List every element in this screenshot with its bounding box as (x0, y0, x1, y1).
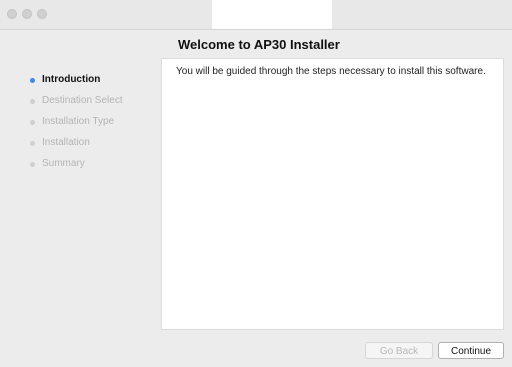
sidebar-item-label: Summary (42, 158, 85, 169)
sidebar-item-installation-type: Installation Type (0, 114, 160, 132)
sidebar-item-summary: Summary (0, 156, 160, 174)
sidebar-item-label: Installation Type (42, 116, 115, 127)
current-step-dot-icon (30, 78, 35, 83)
introduction-text: You will be guided through the steps nec… (176, 66, 486, 77)
step-dot-icon (30, 141, 35, 146)
minimize-window-icon[interactable] (22, 9, 32, 19)
page-title: Welcome to AP30 Installer (178, 37, 340, 52)
main-content-panel: You will be guided through the steps nec… (161, 58, 504, 330)
go-back-button[interactable]: Go Back (365, 342, 433, 359)
step-dot-icon (30, 162, 35, 167)
zoom-window-icon[interactable] (37, 9, 47, 19)
installer-header: Welcome to AP30 Installer (0, 30, 512, 58)
close-window-icon[interactable] (7, 9, 17, 19)
title-bar (0, 0, 512, 30)
title-bar-blank-area (212, 0, 332, 30)
sidebar-item-label: Introduction (42, 74, 101, 85)
sidebar-item-label: Installation (42, 137, 90, 148)
sidebar-item-installation: Installation (0, 135, 160, 153)
continue-button[interactable]: Continue (438, 342, 504, 359)
step-dot-icon (30, 120, 35, 125)
sidebar-item-introduction: Introduction (0, 72, 160, 90)
sidebar-item-label: Destination Select (42, 95, 123, 106)
sidebar-item-destination-select: Destination Select (0, 93, 160, 111)
step-dot-icon (30, 99, 35, 104)
